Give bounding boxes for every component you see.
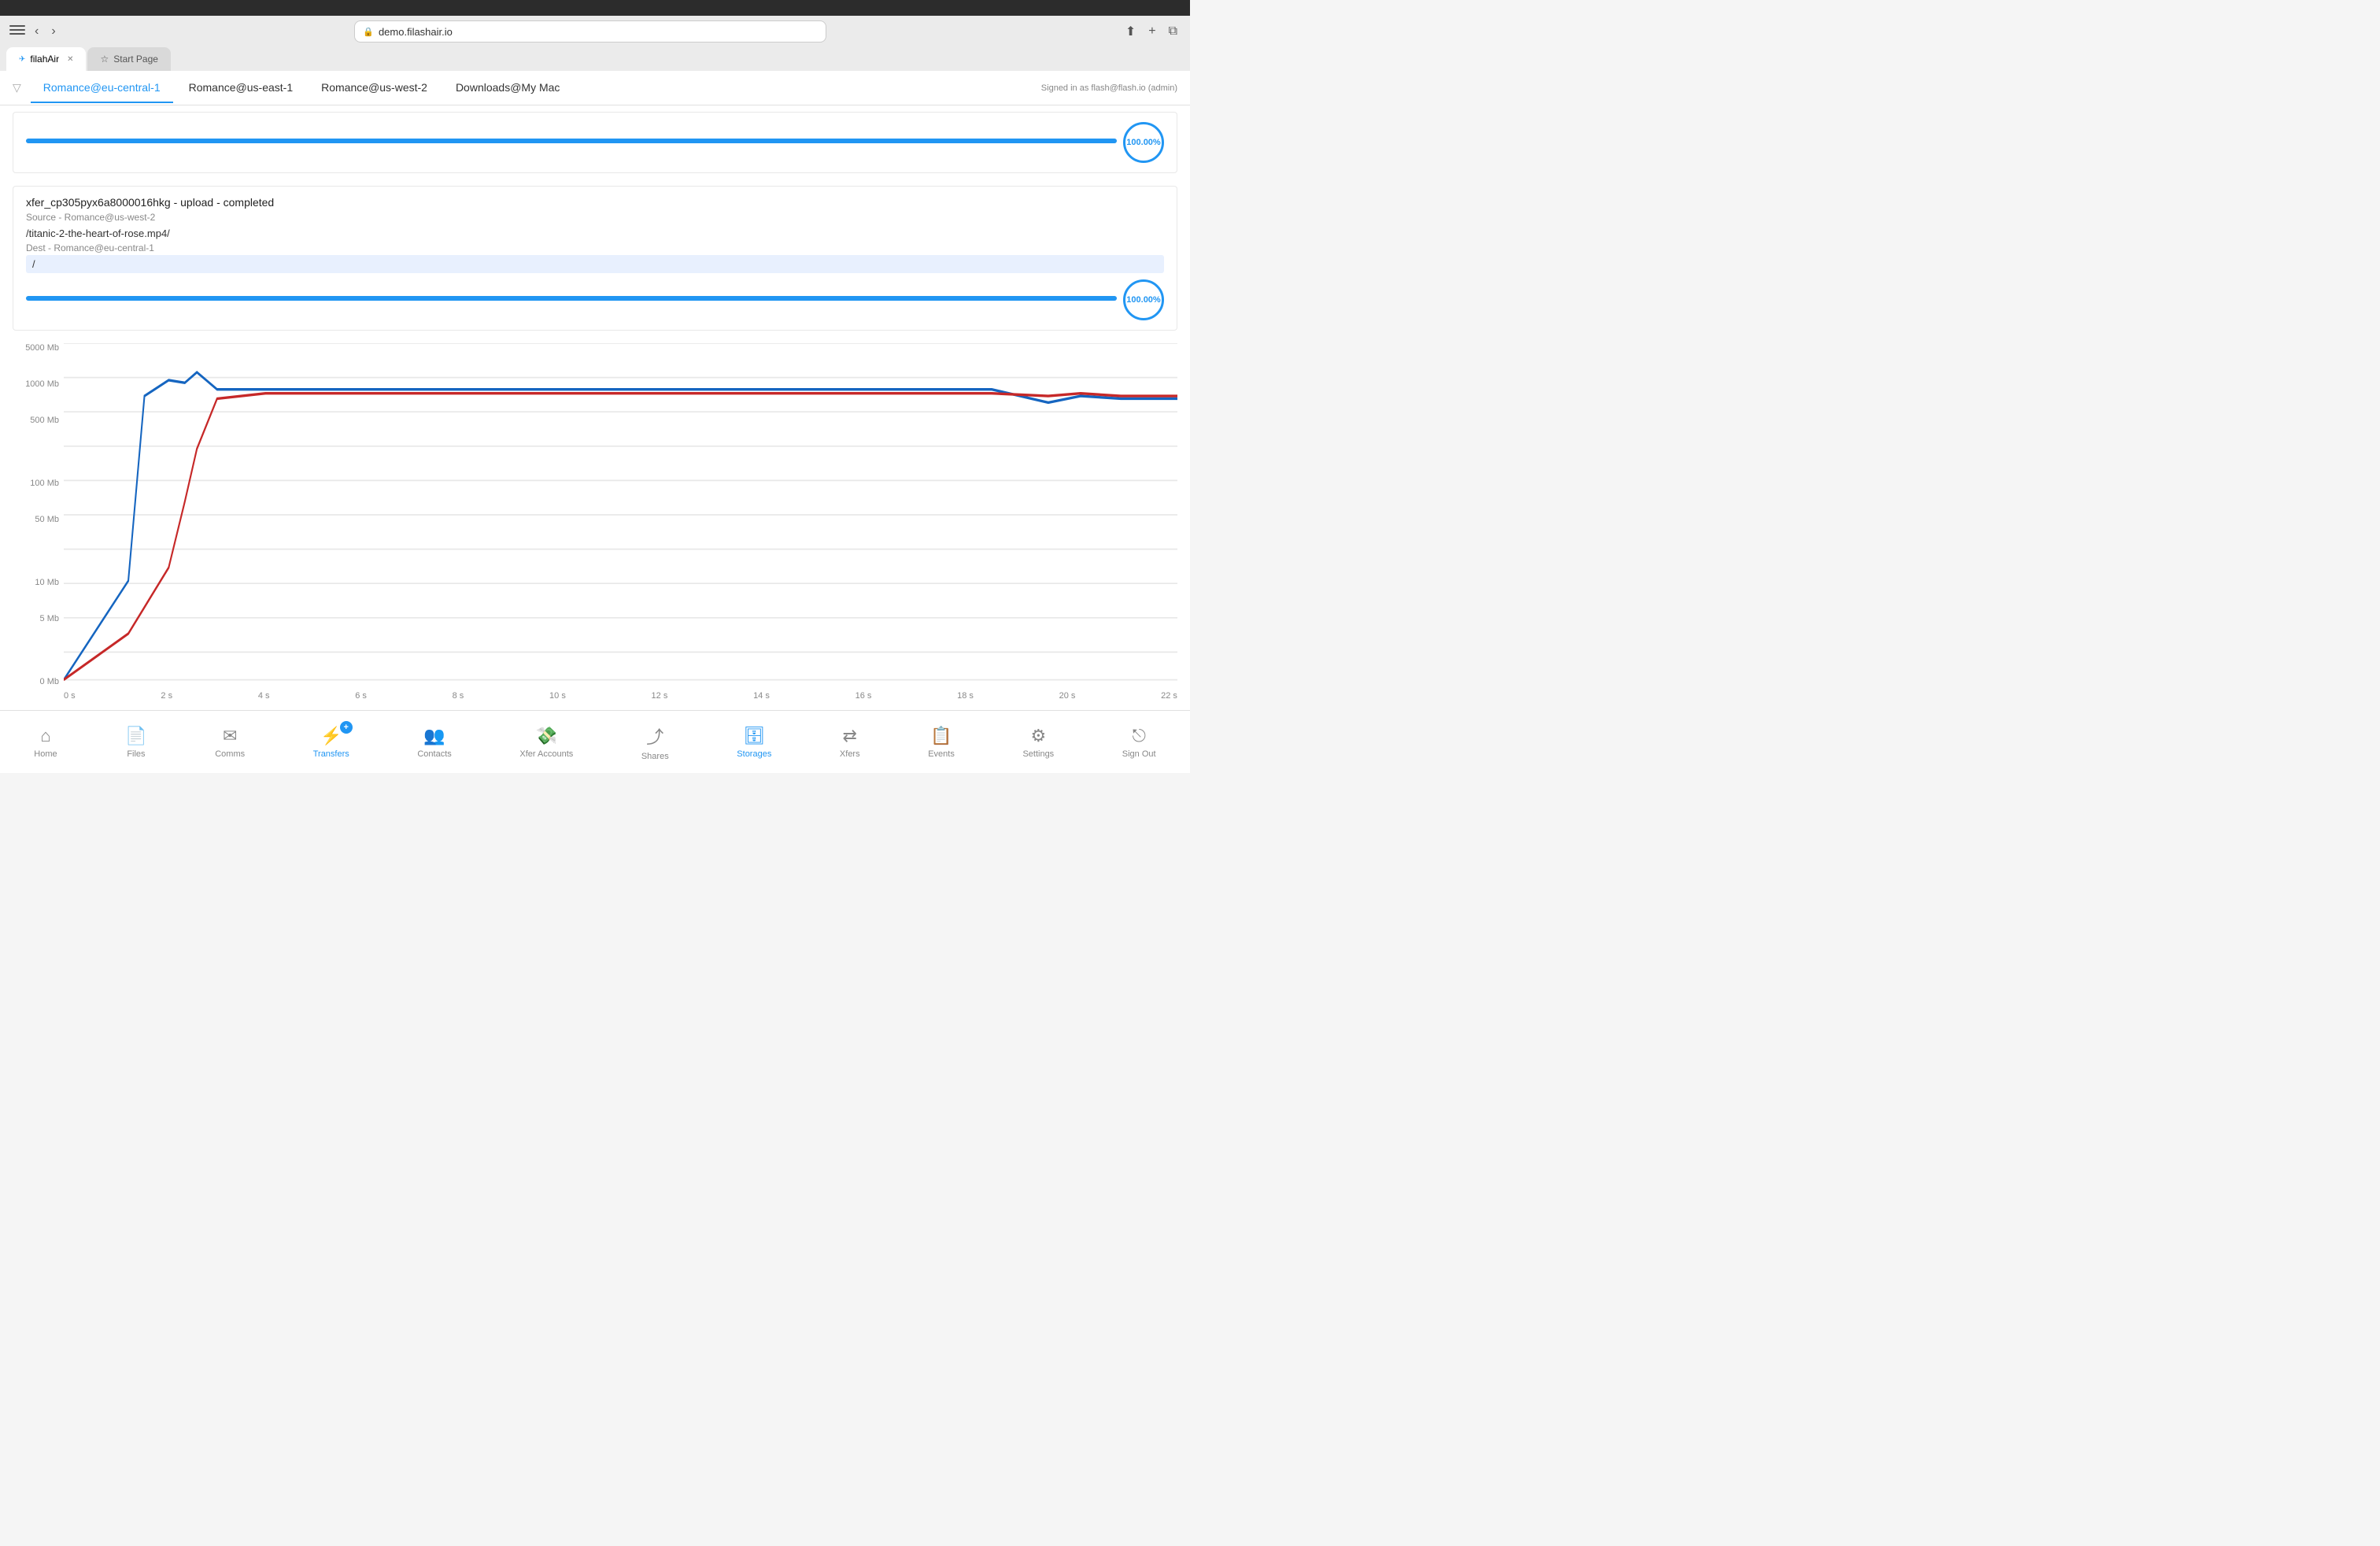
- progress-bar-wrapper-1: [26, 139, 1117, 146]
- nav-label-sign-out: Sign Out: [1122, 749, 1156, 759]
- events-icon: 📋: [930, 726, 952, 746]
- xfer-accounts-icon: 💸: [536, 726, 557, 746]
- top-nav: ▽ Romance@eu-central-1 Romance@us-east-1…: [0, 71, 1190, 105]
- progress-circle-1: 100.00%: [1123, 122, 1164, 163]
- lock-icon: 🔒: [363, 27, 374, 37]
- browser-tab-filahair[interactable]: ✈ filahAir ✕: [6, 47, 86, 71]
- progress-row-1: 100.00%: [26, 122, 1164, 163]
- nav-item-shares[interactable]: ⤴ Shares: [632, 717, 678, 767]
- browser-tab-startpage[interactable]: ☆ Start Page: [87, 47, 170, 71]
- chart-area: 5000 Mb 1000 Mb 500 Mb 100 Mb 50 Mb 10 M…: [13, 343, 1177, 710]
- chart-svg: [64, 343, 1177, 686]
- tab2-label: Start Page: [113, 54, 158, 65]
- nav-item-xfers[interactable]: ⇄ Xfers: [830, 719, 870, 765]
- nav-item-settings[interactable]: ⚙ Settings: [1013, 719, 1063, 765]
- app-content: ▽ Romance@eu-central-1 Romance@us-east-1…: [0, 71, 1190, 773]
- nav-item-sign-out[interactable]: ⎋ Sign Out: [1113, 719, 1166, 765]
- nav-item-contacts[interactable]: 👥 Contacts: [408, 719, 460, 765]
- favicon-icon: ✈: [19, 55, 25, 64]
- nav-label-files: Files: [127, 749, 145, 759]
- transfer-source: Source - Romance@us-west-2: [26, 212, 1164, 223]
- nav-tab-us-west-2[interactable]: Romance@us-west-2: [309, 73, 440, 103]
- nav-label-events: Events: [928, 749, 955, 759]
- progress-bar-fill-2: [26, 296, 1117, 301]
- sidebar-toggle-button[interactable]: [9, 25, 25, 38]
- nav-item-transfers[interactable]: + ⚡ Transfers: [304, 719, 359, 765]
- transfer-card-1: 100.00%: [13, 112, 1177, 173]
- nav-label-transfers: Transfers: [313, 749, 349, 759]
- nav-tab-downloads-my-mac[interactable]: Downloads@My Mac: [443, 73, 572, 103]
- transfers-badge: +: [340, 721, 353, 734]
- nav-label-shares: Shares: [641, 752, 669, 761]
- red-line: [64, 394, 1177, 680]
- shares-icon: ⤴: [646, 723, 663, 749]
- chart-inner: [64, 343, 1177, 686]
- url-text: demo.filashair.io: [379, 26, 453, 38]
- nav-label-xfers: Xfers: [840, 749, 860, 759]
- tab-close-icon[interactable]: ✕: [67, 55, 73, 64]
- tab1-label: filahAir: [30, 54, 59, 65]
- chart-x-labels: 0 s 2 s 4 s 6 s 8 s 10 s 12 s 14 s 16 s …: [64, 691, 1177, 710]
- signed-in-label: Signed in as flash@flash.io (admin): [1041, 83, 1177, 93]
- progress-bar-wrapper-2: [26, 296, 1117, 304]
- progress-bar-container-2: [26, 296, 1117, 301]
- contacts-icon: 👥: [423, 726, 445, 746]
- tabs-button[interactable]: ⧉: [1166, 23, 1181, 40]
- blue-line: [64, 372, 1177, 680]
- nav-item-storages[interactable]: 🗄 Storages: [727, 719, 781, 765]
- home-icon: ⌂: [40, 726, 50, 746]
- new-tab-button[interactable]: +: [1145, 23, 1159, 40]
- transfers-icon: ⚡: [320, 726, 342, 746]
- share-button[interactable]: ⬆: [1122, 22, 1139, 41]
- nav-item-xfer-accounts[interactable]: 💸 Xfer Accounts: [510, 719, 582, 765]
- bottom-nav: ⌂ Home 📄 Files ✉ Comms + ⚡ Transfers 👥 C…: [0, 710, 1190, 773]
- progress-row-2: 100.00%: [26, 279, 1164, 320]
- nav-label-comms: Comms: [215, 749, 245, 759]
- progress-bar-fill-1: [26, 139, 1117, 143]
- nav-item-comms[interactable]: ✉ Comms: [205, 719, 254, 765]
- browser-top-bar: [0, 0, 1190, 16]
- transfer-title: xfer_cp305pyx6a8000016hkg - upload - com…: [26, 196, 1164, 209]
- forward-button[interactable]: ›: [48, 23, 58, 40]
- nav-item-events[interactable]: 📋 Events: [918, 719, 964, 765]
- transfer-card-2: xfer_cp305pyx6a8000016hkg - upload - com…: [13, 186, 1177, 331]
- chart-y-labels: 5000 Mb 1000 Mb 500 Mb 100 Mb 50 Mb 10 M…: [13, 343, 64, 686]
- browser-toolbar: ‹ › 🔒 demo.filashair.io ⬆ + ⧉: [0, 16, 1190, 47]
- nav-tab-us-east-1[interactable]: Romance@us-east-1: [176, 73, 306, 103]
- xfers-icon: ⇄: [843, 726, 857, 746]
- filter-icon[interactable]: ▽: [13, 81, 21, 94]
- nav-item-files[interactable]: 📄 Files: [116, 719, 156, 765]
- progress-bar-container-1: [26, 139, 1117, 143]
- nav-label-storages: Storages: [737, 749, 771, 759]
- transfer-dest-path: /: [26, 255, 1164, 273]
- nav-label-xfer-accounts: Xfer Accounts: [519, 749, 573, 759]
- nav-label-home: Home: [34, 749, 57, 759]
- settings-icon: ⚙: [1030, 726, 1046, 746]
- sign-out-icon: ⎋: [1132, 726, 1145, 746]
- files-icon: 📄: [125, 726, 146, 746]
- storages-icon: 🗄: [743, 726, 765, 746]
- nav-item-home[interactable]: ⌂ Home: [24, 719, 66, 765]
- transfer-dest-label: Dest - Romance@eu-central-1: [26, 242, 1164, 253]
- nav-label-contacts: Contacts: [417, 749, 451, 759]
- back-button[interactable]: ‹: [31, 23, 42, 40]
- comms-icon: ✉: [223, 726, 237, 746]
- main-area: 100.00% xfer_cp305pyx6a8000016hkg - uplo…: [0, 105, 1190, 710]
- nav-label-settings: Settings: [1022, 749, 1054, 759]
- tab-bar: ✈ filahAir ✕ ☆ Start Page: [0, 47, 1190, 71]
- transfer-path: /titanic-2-the-heart-of-rose.mp4/: [26, 227, 1164, 239]
- star-icon: ☆: [100, 54, 109, 65]
- address-bar[interactable]: 🔒 demo.filashair.io: [354, 20, 826, 43]
- nav-tab-eu-central-1[interactable]: Romance@eu-central-1: [31, 73, 173, 103]
- browser-chrome: ‹ › 🔒 demo.filashair.io ⬆ + ⧉ ✈ filahAir…: [0, 0, 1190, 71]
- progress-circle-2: 100.00%: [1123, 279, 1164, 320]
